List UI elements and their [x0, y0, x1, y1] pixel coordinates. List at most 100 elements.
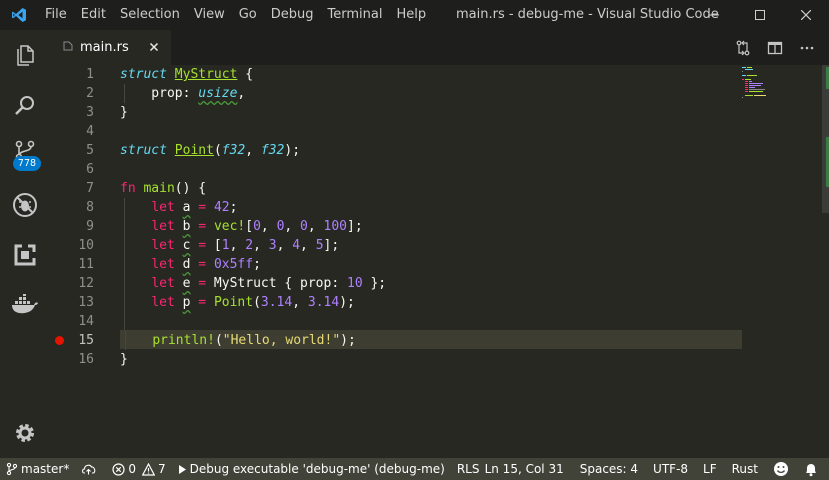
search-icon: [15, 96, 34, 115]
indentation-label: Spaces: 4: [579, 462, 639, 476]
vscode-logo-icon: [0, 0, 38, 30]
debug-icon: [13, 193, 37, 217]
tab-main-rs[interactable]: main.rs: [50, 30, 171, 65]
code-line: let c = [1, 2, 3, 4, 5];: [120, 236, 742, 255]
tab-bar: main.rs: [50, 30, 829, 65]
more-actions-button[interactable]: [791, 30, 823, 65]
menu-edit[interactable]: Edit: [74, 0, 113, 30]
split-editor-icon: [767, 41, 783, 54]
close-window-button[interactable]: [783, 0, 829, 30]
minimize-button[interactable]: [691, 0, 737, 30]
cursor-position[interactable]: Ln 15, Col 31: [479, 458, 574, 480]
explorer-button[interactable]: [0, 30, 50, 80]
ellipsis-icon: [800, 46, 814, 49]
menu-view[interactable]: View: [187, 0, 232, 30]
sync-status[interactable]: [75, 458, 106, 480]
minimap[interactable]: [742, 65, 822, 458]
error-icon: [112, 462, 125, 476]
line-number: 12: [78, 276, 94, 291]
cursor-position-label: Ln 15, Col 31: [484, 462, 564, 476]
code-line: }: [120, 352, 128, 367]
line-number: 14: [78, 314, 94, 329]
search-button[interactable]: [0, 80, 50, 130]
maximize-icon: [755, 10, 765, 20]
menu-selection[interactable]: Selection: [113, 0, 187, 30]
eol-status[interactable]: LF: [697, 458, 726, 480]
line-number: 6: [86, 162, 94, 177]
extensions-icon: [14, 244, 36, 266]
cloud-upload-icon: [82, 464, 96, 475]
menu-help[interactable]: Help: [389, 0, 433, 30]
language-label: Rust: [731, 462, 758, 476]
line-number: 5: [86, 143, 94, 158]
encoding-status[interactable]: UTF-8: [647, 458, 697, 480]
source-control-button[interactable]: 778: [0, 130, 50, 180]
tab-close-icon[interactable]: [147, 40, 161, 54]
files-icon: [17, 45, 34, 66]
debug-config: Debug executable 'debug-me' (debug-me): [189, 462, 445, 476]
code-line: let b = vec![0, 0, 0, 100];: [120, 217, 742, 236]
line-number: 7: [86, 181, 94, 196]
line-number: 16: [78, 352, 94, 367]
bell-icon: [806, 463, 816, 476]
line-number: 10: [78, 238, 94, 253]
menu-file[interactable]: File: [38, 0, 74, 30]
play-icon: [178, 464, 186, 474]
language-mode[interactable]: Rust: [726, 458, 767, 480]
line-number: 8: [86, 200, 94, 215]
encoding-label: UTF-8: [653, 462, 689, 476]
line-number: 9: [86, 219, 94, 234]
branch-status[interactable]: master*: [0, 458, 75, 480]
extensions-button[interactable]: [0, 230, 50, 280]
problems-status[interactable]: 0 7: [106, 458, 171, 480]
git-branch-icon: [6, 462, 18, 476]
menu-debug[interactable]: Debug: [264, 0, 321, 30]
line-number: 4: [86, 124, 94, 139]
activity-bar: 778: [0, 30, 50, 458]
branch-name: master*: [21, 462, 70, 476]
notifications-button[interactable]: [798, 458, 829, 480]
maximize-button[interactable]: [737, 0, 783, 30]
error-count: 0: [128, 462, 136, 476]
eol-label: LF: [703, 462, 717, 476]
warning-count: 7: [157, 462, 166, 476]
status-bar-right: Ln 15, Col 31 Spaces: 4 UTF-8 LF Rust: [479, 458, 829, 480]
tab-label: main.rs: [80, 40, 129, 55]
line-number-gutter[interactable]: 1 2 3 4 5 6 7 8 9 10 11 12 13 14 15 16: [50, 65, 120, 458]
window-controls: [691, 0, 829, 30]
debug-status[interactable]: Debug executable 'debug-me' (debug-me): [172, 458, 451, 480]
line-number: 1: [86, 67, 94, 82]
open-changes-button[interactable]: [727, 30, 759, 65]
settings-button[interactable]: [0, 408, 50, 458]
line-number: 2: [86, 86, 94, 101]
menu-go[interactable]: Go: [232, 0, 264, 30]
file-type-icon: [62, 40, 74, 55]
menu-terminal[interactable]: Terminal: [321, 0, 390, 30]
code-line-current: println!("Hello, world!");: [120, 330, 742, 350]
code-line: let e = MyStruct { prop: 10 };: [120, 274, 742, 293]
minimize-icon: [709, 14, 719, 16]
docker-icon: [12, 294, 38, 314]
menu-bar: File Edit Selection View Go Debug Termin…: [38, 0, 433, 30]
vertical-scrollbar[interactable]: [822, 65, 829, 458]
split-editor-button[interactable]: [759, 30, 791, 65]
code-editor[interactable]: 1 2 3 4 5 6 7 8 9 10 11 12 13 14 15 16 s…: [50, 65, 829, 458]
code-line: [120, 312, 742, 331]
code-line: fn main() {: [120, 181, 207, 196]
breakpoint-icon[interactable]: [55, 336, 64, 345]
line-number: 3: [86, 105, 94, 120]
code-line: let p = Point(3.14, 3.14);: [120, 293, 742, 312]
indentation-status[interactable]: Spaces: 4: [574, 458, 647, 480]
window-title: main.rs - debug-me - Visual Studio Code: [456, 7, 719, 22]
docker-button[interactable]: [0, 280, 50, 330]
code-line: struct MyStruct {: [120, 67, 254, 82]
debug-button[interactable]: [0, 180, 50, 230]
code-line: }: [120, 105, 128, 120]
gear-icon: [16, 424, 34, 442]
feedback-button[interactable]: [767, 458, 798, 480]
code-line: prop: usize,: [120, 84, 246, 103]
status-bar: master* 0 7 Debug executable 'debug-me' …: [0, 458, 829, 480]
line-number: 11: [78, 257, 94, 272]
